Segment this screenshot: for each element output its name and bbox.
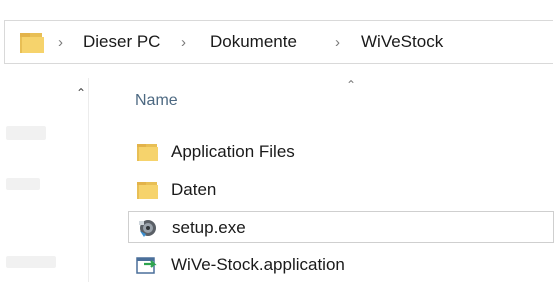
file-row-daten[interactable]: Daten bbox=[128, 174, 554, 206]
nav-item-placeholder bbox=[6, 178, 40, 190]
nav-item-placeholder bbox=[6, 256, 56, 268]
breadcrumb-item-wivestock[interactable]: WiVeStock bbox=[361, 21, 443, 63]
breadcrumb-separator[interactable]: › bbox=[58, 21, 63, 63]
nav-scroll-up-icon[interactable]: ⌃ bbox=[76, 86, 86, 100]
address-bar-area: › Dieser PC › Dokumente › WiVeStock bbox=[0, 0, 554, 78]
file-name: Daten bbox=[171, 180, 217, 199]
folder-icon bbox=[137, 182, 158, 199]
breadcrumb-item-dokumente[interactable]: Dokumente bbox=[210, 21, 297, 63]
setup-exe-icon bbox=[139, 220, 156, 237]
file-name: setup.exe bbox=[172, 218, 246, 237]
file-row-application-files[interactable]: Application Files bbox=[128, 136, 554, 168]
folder-icon bbox=[137, 144, 158, 161]
navigation-pane[interactable]: ⌃ bbox=[0, 78, 89, 282]
file-name: WiVe-Stock.application bbox=[171, 255, 345, 274]
breadcrumb-separator[interactable]: › bbox=[335, 21, 340, 63]
application-manifest-icon bbox=[136, 257, 157, 274]
column-header-name[interactable]: Name bbox=[135, 92, 178, 110]
breadcrumb-item-dieser-pc[interactable]: Dieser PC bbox=[83, 21, 160, 63]
sort-ascending-icon: ⌃ bbox=[346, 78, 357, 92]
address-bar[interactable]: › Dieser PC › Dokumente › WiVeStock bbox=[4, 20, 553, 64]
nav-item-placeholder bbox=[6, 126, 46, 140]
file-name: Application Files bbox=[171, 142, 295, 161]
breadcrumb-separator[interactable]: › bbox=[181, 21, 186, 63]
file-row-setup-exe[interactable]: setup.exe bbox=[128, 211, 554, 243]
folder-icon bbox=[20, 33, 44, 53]
file-row-wive-stock-application[interactable]: WiVe-Stock.application bbox=[128, 249, 554, 281]
